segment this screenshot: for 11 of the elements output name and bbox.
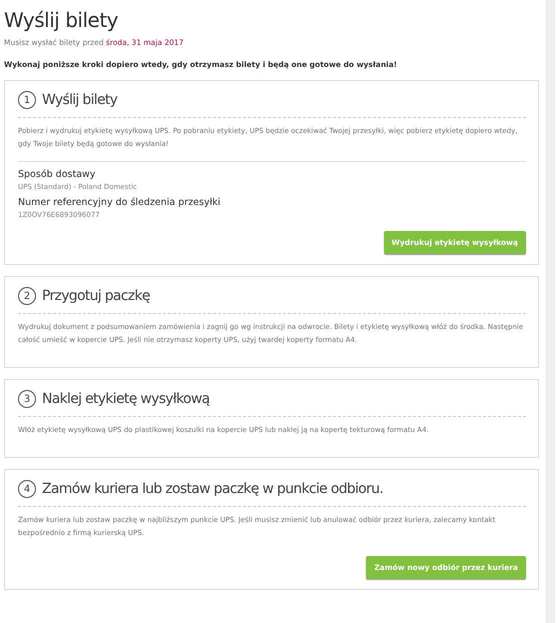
detail-label: Sposób dostawy: [18, 169, 96, 180]
detail-label: Numer referencyjny do śledzenia przesyłki: [18, 197, 222, 208]
step-number: 2: [18, 287, 36, 305]
step-number: 3: [18, 390, 36, 408]
step-title: Zamów kuriera lub zostaw paczkę w punkcie odbioru.: [42, 481, 383, 497]
step-title: Naklej etykietę wysyłkową: [42, 391, 210, 407]
page-title: Wyślij bilety: [4, 8, 119, 32]
step-number: 4: [18, 480, 36, 498]
step-title: Przygotuj paczkę: [42, 288, 150, 304]
step-title: Wyślij bilety: [42, 92, 118, 108]
step-number: 1: [18, 91, 36, 109]
